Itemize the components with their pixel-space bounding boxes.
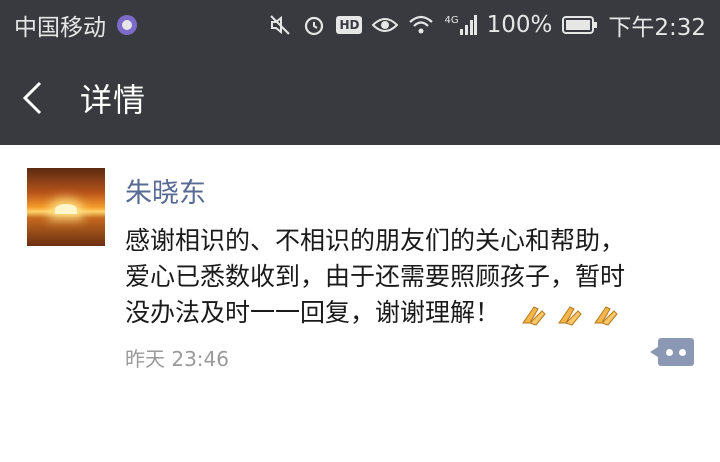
- nav-bar: 详情: [0, 50, 720, 145]
- battery-percent: 100%: [486, 12, 553, 38]
- app-notification-icon: [116, 14, 138, 36]
- post-text-line: 感谢相识的、不相识的朋友们的关心和帮助，: [125, 226, 626, 255]
- post-timestamp: 昨天 23:46: [125, 347, 229, 371]
- back-button[interactable]: [20, 74, 56, 122]
- comment-button[interactable]: [650, 338, 697, 366]
- clock: 下午2:32: [608, 15, 706, 41]
- author-name[interactable]: 朱晓东: [125, 171, 206, 210]
- pray-hands-icon: [558, 306, 582, 326]
- post-text-line: 没办法及时一一回复，谢谢理解！: [125, 295, 685, 331]
- hd-icon: HD: [336, 16, 363, 34]
- alarm-icon: [302, 13, 326, 37]
- sunset-image: [55, 204, 77, 214]
- wifi-icon: [408, 14, 434, 36]
- signal-icon: 4G: [444, 15, 477, 35]
- battery-icon: [562, 16, 598, 34]
- more-icon: [650, 338, 694, 366]
- avatar[interactable]: [27, 168, 105, 246]
- post-text-line: 爱心已悉数收到，由于还需要照顾孩子，暂时: [125, 262, 626, 291]
- moment-detail: 朱晓东 感谢相识的、不相识的朋友们的关心和帮助， 爱心已悉数收到，由于还需要照顾…: [0, 145, 720, 462]
- emoji-group: [520, 301, 620, 327]
- pray-hands-icon: [594, 306, 618, 326]
- mute-icon: [268, 13, 292, 37]
- post-text: 感谢相识的、不相识的朋友们的关心和帮助， 爱心已悉数收到，由于还需要照顾孩子，暂…: [125, 223, 685, 331]
- pray-hands-icon: [522, 306, 546, 326]
- carrier-label: 中国移动: [14, 15, 106, 41]
- page-title: 详情: [80, 80, 147, 119]
- status-bar: 中国移动 HD 4G 100% 下午2:32: [0, 0, 720, 50]
- chevron-left-icon: [22, 81, 42, 114]
- eye-icon: [372, 15, 399, 35]
